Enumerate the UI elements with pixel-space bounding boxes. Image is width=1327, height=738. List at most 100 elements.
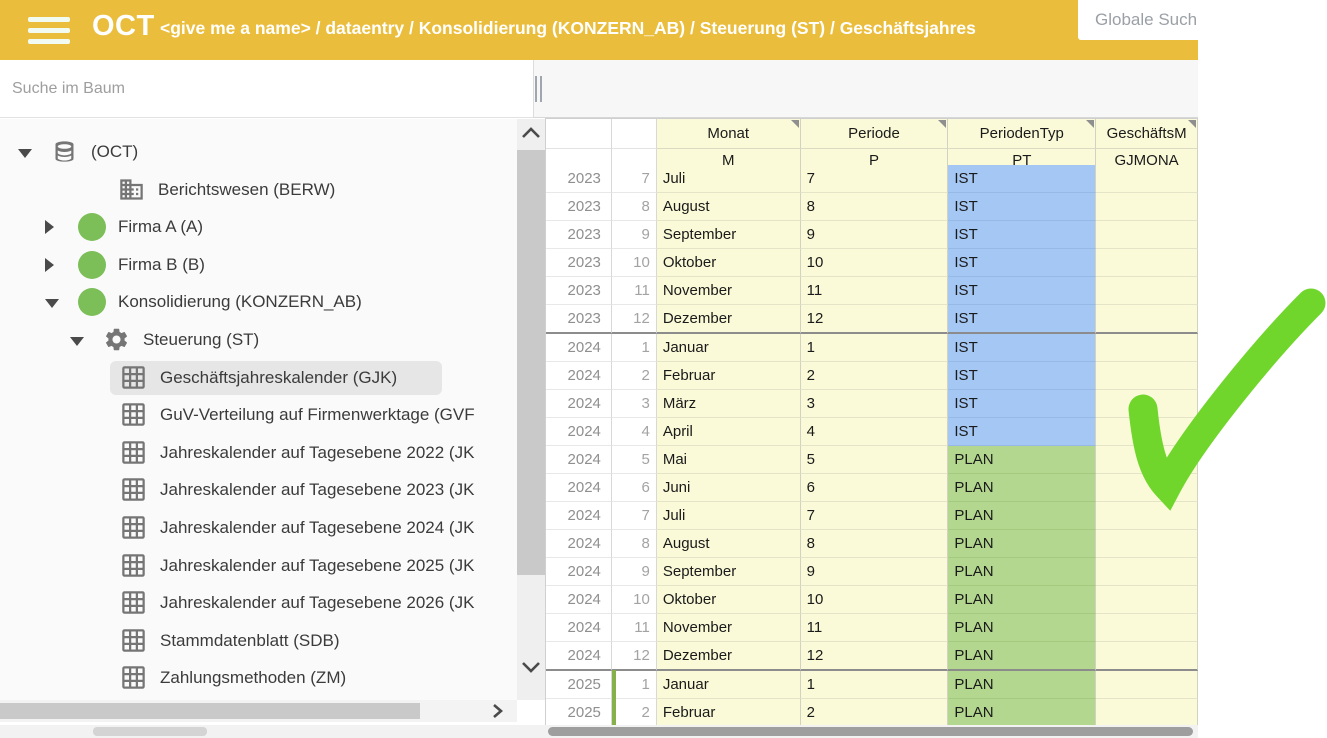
cell-periode[interactable]: 11 [801, 614, 949, 642]
cell-periodentyp[interactable]: PLAN [948, 614, 1096, 642]
tree-vertical-scrollbar[interactable] [517, 119, 545, 700]
cell-rownum[interactable]: 2 [612, 362, 657, 390]
cell-monat[interactable]: Juni [657, 474, 801, 502]
cell-geschaeftsmonat[interactable] [1096, 305, 1198, 334]
cell-geschaeftsmonat[interactable] [1096, 221, 1198, 249]
cell-rownum[interactable]: 12 [612, 305, 657, 334]
cell-monat[interactable]: Juli [657, 502, 801, 530]
cell-year[interactable]: 2024 [546, 558, 612, 586]
cell-periode[interactable]: 12 [801, 305, 949, 334]
scroll-up-icon[interactable] [520, 125, 542, 141]
tree-item-firma-b[interactable]: Firma B (B) [0, 247, 517, 283]
cell-periode[interactable]: 8 [801, 530, 949, 558]
cell-monat[interactable]: September [657, 558, 801, 586]
cell-rownum[interactable]: 2 [612, 699, 657, 725]
panel-splitter-handle[interactable] [535, 76, 543, 102]
cell-geschaeftsmonat[interactable] [1096, 586, 1198, 614]
tree-item-konsolidierung[interactable]: Konsolidierung (KONZERN_AB) [0, 284, 517, 320]
cell-geschaeftsmonat[interactable] [1096, 193, 1198, 221]
cell-year[interactable]: 2024 [546, 334, 612, 362]
tree-item-gvf[interactable]: GuV-Verteilung auf Firmenwerktage (GVF [0, 397, 517, 433]
column-header-periode[interactable]: Periode [801, 119, 949, 149]
cell-periodentyp[interactable]: PLAN [948, 699, 1096, 725]
cell-periodentyp[interactable]: PLAN [948, 671, 1096, 699]
cell-periode[interactable]: 5 [801, 446, 949, 474]
cell-year[interactable]: 2024 [546, 642, 612, 671]
cell-periodentyp[interactable]: IST [948, 193, 1096, 221]
cell-year[interactable]: 2024 [546, 530, 612, 558]
cell-periodentyp[interactable]: PLAN [948, 558, 1096, 586]
scroll-right-icon[interactable] [486, 703, 508, 719]
cell-rownum[interactable]: 12 [612, 642, 657, 671]
cell-periodentyp[interactable]: PLAN [948, 446, 1096, 474]
cell-monat[interactable]: Juli [657, 165, 801, 193]
cell-rownum[interactable]: 6 [612, 474, 657, 502]
cell-year[interactable]: 2024 [546, 362, 612, 390]
cell-year[interactable]: 2023 [546, 193, 612, 221]
horizontal-scroll-thumb[interactable] [0, 703, 420, 719]
cell-year[interactable]: 2023 [546, 165, 612, 193]
cell-year[interactable]: 2023 [546, 305, 612, 334]
cell-year[interactable]: 2025 [546, 671, 612, 699]
cell-periode[interactable]: 7 [801, 165, 949, 193]
cell-geschaeftsmonat[interactable] [1096, 671, 1198, 699]
cell-monat[interactable]: Oktober [657, 586, 801, 614]
cell-rownum[interactable]: 1 [612, 671, 657, 699]
vertical-scroll-thumb[interactable] [517, 150, 545, 575]
column-header-monat[interactable]: Monat [657, 119, 801, 149]
cell-monat[interactable]: Oktober [657, 249, 801, 277]
cell-periodentyp[interactable]: IST [948, 390, 1096, 418]
cell-monat[interactable]: April [657, 418, 801, 446]
cell-rownum[interactable]: 11 [612, 277, 657, 305]
cell-monat[interactable]: Mai [657, 446, 801, 474]
breadcrumb[interactable]: <give me a name> / dataentry / Konsolidi… [160, 18, 1072, 39]
cell-periode[interactable]: 3 [801, 390, 949, 418]
tree-item-firma-a[interactable]: Firma A (A) [0, 209, 517, 245]
cell-year[interactable]: 2024 [546, 502, 612, 530]
cell-monat[interactable]: November [657, 277, 801, 305]
cell-rownum[interactable]: 5 [612, 446, 657, 474]
tree-item-jk2026[interactable]: Jahreskalender auf Tagesebene 2026 (JK [0, 585, 517, 621]
cell-rownum[interactable]: 9 [612, 221, 657, 249]
cell-periodentyp[interactable]: IST [948, 277, 1096, 305]
cell-geschaeftsmonat[interactable] [1096, 277, 1198, 305]
cell-periode[interactable]: 9 [801, 558, 949, 586]
cell-rownum[interactable]: 8 [612, 530, 657, 558]
cell-geschaeftsmonat[interactable] [1096, 642, 1198, 671]
cell-geschaeftsmonat[interactable] [1096, 699, 1198, 725]
cell-rownum[interactable]: 1 [612, 334, 657, 362]
cell-periodentyp[interactable]: PLAN [948, 586, 1096, 614]
cell-geschaeftsmonat[interactable] [1096, 165, 1198, 193]
cell-rownum[interactable]: 7 [612, 502, 657, 530]
tree-item-jk2025[interactable]: Jahreskalender auf Tagesebene 2025 (JK [0, 548, 517, 584]
cell-monat[interactable]: November [657, 614, 801, 642]
cell-geschaeftsmonat[interactable] [1096, 418, 1198, 446]
cell-periodentyp[interactable]: IST [948, 418, 1096, 446]
cell-monat[interactable]: März [657, 390, 801, 418]
cell-year[interactable]: 2024 [546, 418, 612, 446]
cell-periode[interactable]: 9 [801, 221, 949, 249]
cell-rownum[interactable]: 3 [612, 390, 657, 418]
cell-rownum[interactable]: 8 [612, 193, 657, 221]
cell-periode[interactable]: 6 [801, 474, 949, 502]
cell-monat[interactable]: Februar [657, 362, 801, 390]
cell-periodentyp[interactable]: IST [948, 221, 1096, 249]
collapse-arrow-icon[interactable] [45, 299, 59, 308]
tree-item-jk2023[interactable]: Jahreskalender auf Tagesebene 2023 (JK [0, 472, 517, 508]
cell-monat[interactable]: September [657, 221, 801, 249]
cell-periodentyp[interactable]: PLAN [948, 530, 1096, 558]
cell-monat[interactable]: Dezember [657, 642, 801, 671]
expand-arrow-icon[interactable] [45, 258, 54, 272]
cell-year[interactable]: 2024 [546, 586, 612, 614]
cell-geschaeftsmonat[interactable] [1096, 614, 1198, 642]
tree-item-jk2024[interactable]: Jahreskalender auf Tagesebene 2024 (JK [0, 510, 517, 546]
cell-year[interactable]: 2025 [546, 699, 612, 725]
expand-arrow-icon[interactable] [45, 220, 54, 234]
cell-periodentyp[interactable]: IST [948, 362, 1096, 390]
cell-geschaeftsmonat[interactable] [1096, 390, 1198, 418]
grid-horizontal-scroll-thumb[interactable] [548, 727, 1193, 736]
cell-monat[interactable]: Januar [657, 334, 801, 362]
cell-geschaeftsmonat[interactable] [1096, 558, 1198, 586]
cell-geschaeftsmonat[interactable] [1096, 249, 1198, 277]
cell-geschaeftsmonat[interactable] [1096, 334, 1198, 362]
